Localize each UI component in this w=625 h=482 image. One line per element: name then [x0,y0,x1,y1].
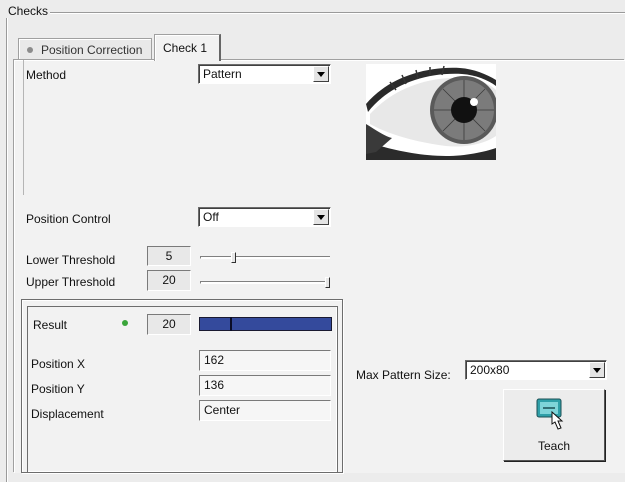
max-pattern-size-select-value: 200x80 [470,363,510,377]
upper-threshold-slider-track[interactable] [200,281,330,284]
lower-threshold-slider-thumb[interactable] [231,252,236,263]
lower-threshold-label: Lower Threshold [26,253,116,267]
max-pattern-size-label: Max Pattern Size: [356,368,451,382]
max-pattern-size-select[interactable]: 200x80 [465,360,607,380]
groupbox-title: Checks [6,4,51,18]
position-control-select-value: Off [203,210,219,224]
chevron-down-icon[interactable] [589,362,605,378]
displacement-label: Displacement [31,407,104,421]
method-select[interactable]: Pattern [198,64,331,84]
status-ok-icon [122,320,128,326]
displacement-value: Center [199,400,331,421]
lower-threshold-slider-track[interactable] [200,256,330,259]
upper-threshold-label: Upper Threshold [26,275,116,289]
position-y-label: Position Y [31,382,85,396]
tab-label: Check 1 [163,41,208,55]
result-bar-marker [230,317,232,331]
upper-threshold-value: 20 [147,270,191,291]
method-select-value: Pattern [203,67,242,81]
upper-threshold-slider-thumb[interactable] [325,277,330,288]
chevron-down-icon[interactable] [313,209,329,225]
teach-button[interactable]: Teach [503,389,605,461]
tab-check-1[interactable]: Check 1 [154,34,221,61]
tab-position-correction[interactable]: Position Correction [18,38,152,60]
position-x-value: 162 [199,350,331,371]
position-x-label: Position X [31,357,86,371]
lower-threshold-value: 5 [147,246,191,266]
result-bar [199,317,332,331]
result-value: 20 [147,314,191,335]
tab-status-dot-icon [27,46,33,53]
divider [23,60,24,195]
chevron-down-icon[interactable] [313,66,329,82]
position-control-select[interactable]: Off [198,207,331,227]
method-label: Method [26,68,67,82]
teach-button-label: Teach [537,439,571,453]
tab-label: Position Correction [41,42,143,57]
position-control-label: Position Control [26,212,111,226]
teach-hand-icon [536,398,564,430]
result-label: Result [33,318,68,332]
position-y-value: 136 [199,375,331,396]
pattern-preview-image [366,64,496,160]
